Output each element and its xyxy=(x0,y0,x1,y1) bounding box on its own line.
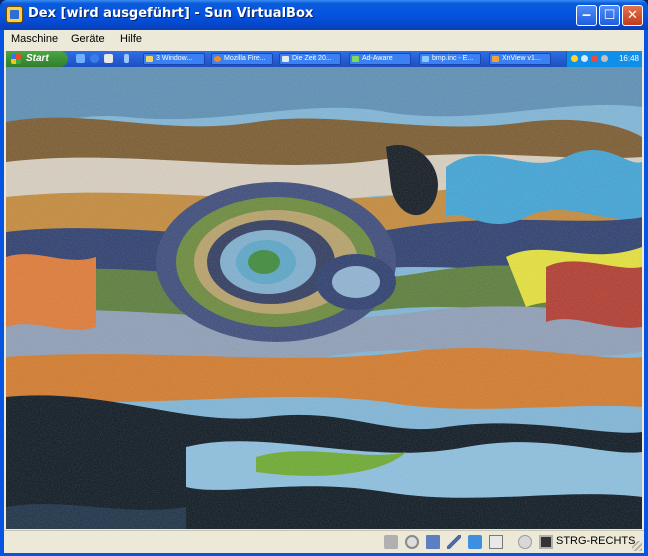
task-label: 3 Window... xyxy=(156,55,193,62)
resize-grip[interactable] xyxy=(632,541,642,551)
maximize-icon: ☐ xyxy=(603,8,616,23)
virtualbox-app-icon[interactable] xyxy=(6,6,23,23)
folder-icon xyxy=(146,56,153,62)
minimize-button[interactable]: ‒ xyxy=(576,5,597,26)
host-key-label: STRG-RECHTS xyxy=(556,535,636,547)
minimize-icon: ‒ xyxy=(581,8,592,23)
hard-disk-icon[interactable] xyxy=(384,535,398,549)
guest-task-zeit[interactable]: Die Zeit 20... xyxy=(279,53,341,65)
close-button[interactable]: ✕ xyxy=(622,5,643,26)
fractal-wallpaper xyxy=(6,67,642,529)
mouse-integration-icon[interactable] xyxy=(518,535,532,549)
menu-hilfe[interactable]: Hilfe xyxy=(120,33,142,45)
task-label: Mozilla Fire... xyxy=(224,55,266,62)
start-label: Start xyxy=(26,53,49,64)
tray-security-icon[interactable] xyxy=(591,55,598,62)
menu-maschine[interactable]: Maschine xyxy=(11,33,58,45)
guest-task-firefox[interactable]: Mozilla Fire... xyxy=(211,53,273,65)
menu-bar: Maschine Geräte Hilfe xyxy=(4,30,644,50)
host-key-icon[interactable] xyxy=(539,535,553,549)
show-desktop-icon[interactable] xyxy=(76,54,85,63)
window-title: Dex [wird ausgeführt] - Sun VirtualBox xyxy=(28,6,314,21)
task-label: Ad-Aware xyxy=(362,55,393,62)
internet-explorer-icon[interactable] xyxy=(90,54,99,63)
task-label: XnView v1... xyxy=(502,55,541,62)
guest-task-adaware[interactable]: Ad-Aware xyxy=(349,53,411,65)
tray-volume-icon[interactable] xyxy=(601,55,608,62)
firefox-icon xyxy=(214,56,221,62)
editor-icon xyxy=(422,56,429,62)
guest-start-button[interactable]: Start xyxy=(6,51,68,67)
network-icon[interactable] xyxy=(426,535,440,549)
menu-geraete[interactable]: Geräte xyxy=(71,33,105,45)
guest-task-windows[interactable]: 3 Window... xyxy=(143,53,205,65)
media-icon[interactable] xyxy=(104,54,113,63)
guest-clock: 16:48 xyxy=(618,54,639,63)
shared-folder-icon[interactable] xyxy=(468,535,482,549)
vm-display[interactable]: Start 3 Window... Mozilla Fire... Die Ze… xyxy=(6,51,642,529)
adaware-icon xyxy=(352,56,359,62)
tray-smiley-icon[interactable] xyxy=(571,55,578,62)
guest-taskbar: Start 3 Window... Mozilla Fire... Die Ze… xyxy=(6,51,642,67)
task-label: Die Zeit 20... xyxy=(292,55,332,62)
title-bar[interactable]: Dex [wird ausgeführt] - Sun VirtualBox ‒… xyxy=(0,0,648,30)
window-frame: Maschine Geräte Hilfe Start 3 Window... xyxy=(0,30,648,556)
maximize-button[interactable]: ☐ xyxy=(599,5,620,26)
quicklaunch-more-icon[interactable] xyxy=(124,54,129,63)
cd-icon[interactable] xyxy=(405,535,419,549)
guest-task-bmp[interactable]: bmp.inc - E... xyxy=(419,53,481,65)
guest-system-tray: 16:48 xyxy=(566,51,642,67)
display-icon[interactable] xyxy=(489,535,503,549)
virtualbox-window: Dex [wird ausgeführt] - Sun VirtualBox ‒… xyxy=(0,0,648,556)
task-label: bmp.inc - E... xyxy=(432,55,474,62)
status-bar: STRG-RECHTS xyxy=(4,530,644,553)
usb-icon[interactable] xyxy=(447,535,461,549)
tray-network-icon[interactable] xyxy=(581,55,588,62)
document-icon xyxy=(282,56,289,62)
guest-task-xnview[interactable]: XnView v1... xyxy=(489,53,551,65)
close-icon: ✕ xyxy=(627,8,638,23)
windows-flag-icon xyxy=(11,54,21,64)
xnview-icon xyxy=(492,56,499,62)
